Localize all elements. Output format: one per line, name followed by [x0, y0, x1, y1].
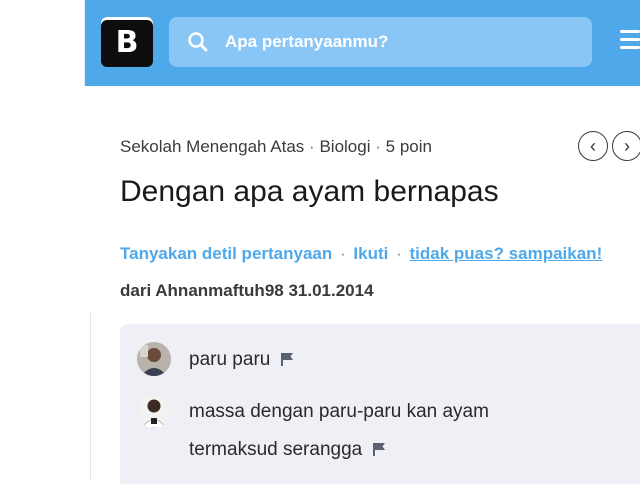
comment-text-line: termaksud serangga — [189, 439, 363, 460]
points: 5 poin — [385, 137, 432, 156]
comment-item: termaksud serangga — [189, 431, 386, 469]
comment-item: massa dengan paru-paru kan ayam — [189, 393, 489, 431]
avatar[interactable] — [137, 342, 171, 376]
ask-details-link[interactable]: Tanyakan detil pertanyaan — [120, 244, 332, 263]
separator: · — [340, 244, 346, 263]
follow-link[interactable]: Ikuti — [353, 244, 388, 263]
hamburger-menu-icon[interactable] — [620, 30, 640, 54]
brainly-logo[interactable]: B — [101, 17, 153, 67]
flag-icon[interactable] — [372, 442, 386, 456]
prev-question-button[interactable]: ‹ — [578, 131, 608, 161]
flag-icon[interactable] — [280, 352, 294, 366]
question-title: Dengan apa ayam bernapas — [120, 175, 499, 208]
school-level[interactable]: Sekolah Menengah Atas — [120, 137, 304, 156]
comments-panel: paru paru massa dengan paru-paru kan aya… — [120, 324, 640, 484]
report-link[interactable]: tidak puas? sampaikan! — [410, 244, 603, 263]
separator: · — [375, 137, 381, 156]
author-line: dari Ahnanmaftuh98 31.01.2014 — [120, 281, 374, 300]
logo-letter: B — [115, 24, 139, 60]
search-bar[interactable] — [169, 17, 592, 67]
left-margin — [0, 0, 85, 480]
comment-item: paru paru — [189, 341, 294, 379]
search-input[interactable] — [225, 17, 565, 67]
chevron-left-icon: ‹ — [590, 135, 596, 156]
comment-text-line: massa dengan paru-paru kan ayam — [189, 401, 489, 422]
divider — [90, 312, 91, 480]
next-question-button[interactable]: › — [612, 131, 640, 161]
question-actions: Tanyakan detil pertanyaan · Ikuti · tida… — [120, 244, 602, 264]
comment-text: paru paru — [189, 349, 271, 370]
subject[interactable]: Biologi — [319, 137, 370, 156]
chevron-right-icon: › — [624, 135, 630, 156]
search-icon — [188, 32, 208, 52]
separator: · — [309, 137, 315, 156]
question-meta: Sekolah Menengah Atas · Biologi · 5 poin — [120, 137, 432, 157]
avatar[interactable] — [137, 394, 171, 428]
separator: · — [396, 244, 402, 263]
